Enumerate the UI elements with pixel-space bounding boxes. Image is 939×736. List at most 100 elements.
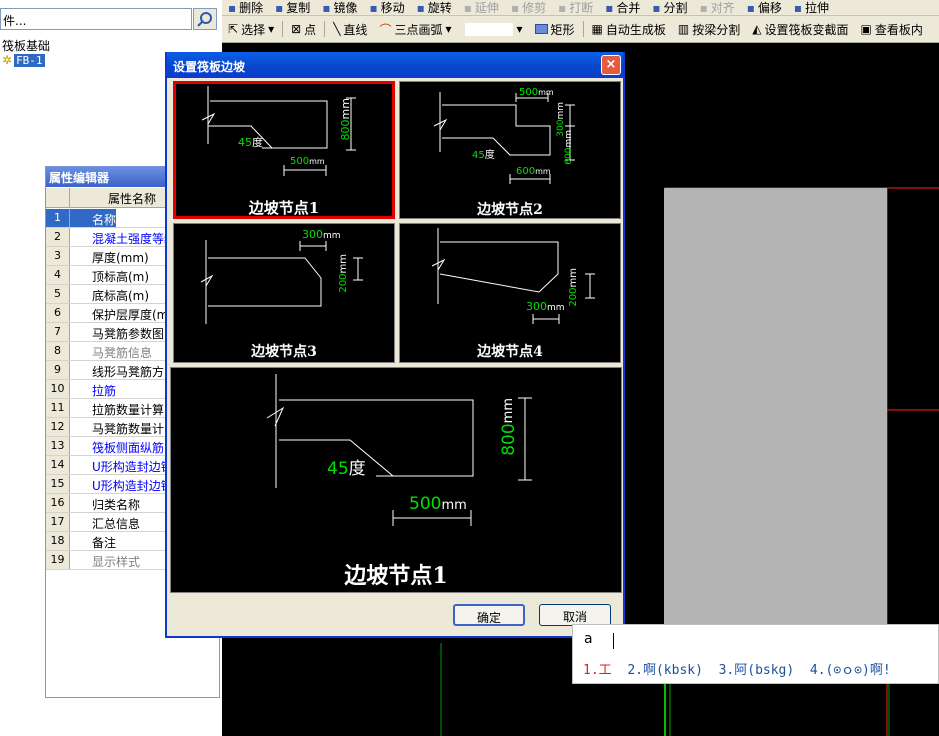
h2-unit: mm — [564, 130, 574, 148]
rect-tool[interactable]: 矩形 — [529, 16, 581, 42]
angle-number: 45 — [472, 150, 485, 161]
ok-button[interactable]: 确定 — [453, 604, 525, 626]
auto-generate-button[interactable]: ▦ 自动生成板 — [586, 16, 672, 42]
preview-height-number: 800 — [499, 423, 519, 456]
tree-root[interactable]: 筏板基础 — [2, 37, 50, 54]
node-2-label: 边坡节点2 — [477, 202, 543, 218]
edit-tool-7[interactable]: ▪ 打断 — [552, 0, 599, 16]
select-tool[interactable]: ⇱ 选择 ▾ — [222, 16, 280, 42]
tool-icon: ▪ — [746, 0, 755, 15]
view-inside-button[interactable]: ▣ 查看板内 — [855, 16, 929, 42]
tool-icon: ▪ — [275, 0, 284, 15]
width-number: 300 — [526, 300, 547, 313]
beam-split-button[interactable]: ▥ 按梁分割 — [672, 16, 746, 42]
height-number: 200 — [568, 287, 579, 307]
edit-tool-5[interactable]: ▪ 延伸 — [458, 0, 505, 16]
height-unit: mm — [339, 98, 352, 120]
blank-dropdown[interactable]: ▾ — [458, 16, 529, 42]
tree-item[interactable]: ✲ FB-1 — [2, 53, 45, 67]
row-number: 7 — [46, 323, 70, 341]
width-unit: mm — [547, 303, 565, 313]
close-button[interactable]: × — [601, 55, 621, 75]
edit-tool-4[interactable]: ▪ 旋转 — [411, 0, 458, 16]
raft-slab-shape[interactable] — [664, 188, 887, 624]
separator — [324, 21, 326, 37]
width-number: 500 — [290, 156, 310, 167]
height-number: 800 — [339, 119, 352, 141]
edit-tool-9[interactable]: ▪ 分割 — [646, 0, 693, 16]
row-name: 汇总信息 — [92, 517, 141, 531]
point-tool[interactable]: ⊠ 点 — [285, 16, 322, 42]
set-section-button[interactable]: ◭ 设置筏板变截面 — [746, 16, 854, 42]
arc-tool[interactable]: ⌒ 三点画弧 ▾ — [373, 16, 457, 42]
separator — [582, 21, 584, 37]
edit-tool-1[interactable]: ▪ 复制 — [269, 0, 316, 16]
dialog-title[interactable]: 设置筏板边坡 — [167, 52, 623, 78]
ime-candidate-2[interactable]: 2.啊(kbsk) — [627, 663, 703, 678]
ime-candidate-3[interactable]: 3.阿(bskg) — [719, 663, 795, 678]
edit-tool-6[interactable]: ▪ 修剪 — [505, 0, 552, 16]
row-number: 16 — [46, 494, 70, 512]
node-3-label: 边坡节点3 — [251, 344, 317, 360]
edit-tool-3[interactable]: ▪ 移动 — [363, 0, 410, 16]
row-name: 名称 — [70, 209, 117, 227]
row-number: 14 — [46, 456, 70, 474]
row-name: U形构造封边钢 — [92, 460, 173, 474]
edit-tool-10[interactable]: ▪ 对齐 — [694, 0, 741, 16]
preview-angle-unit: 度 — [348, 459, 366, 479]
row-name: 马凳筋参数图 — [92, 327, 165, 341]
split-icon: ▥ — [677, 22, 690, 36]
edit-tool-0[interactable]: ▪ 删除 — [222, 0, 269, 16]
edit-tool-11[interactable]: ▪ 偏移 — [741, 0, 788, 16]
ime-candidate-4[interactable]: 4.(⊙ｏ⊙)啊! — [810, 663, 891, 678]
h1-unit: mm — [556, 102, 566, 120]
tool-icon: ▪ — [322, 0, 331, 15]
pointer-icon: ⇱ — [228, 22, 239, 36]
row-number: 17 — [46, 513, 70, 531]
line-icon: ╲ — [333, 22, 341, 36]
node-2-option[interactable]: 500mm 300mm 600mm 45度 600mm 边坡节点2 — [399, 81, 621, 219]
edit-toolbar: ▪ 删除 ▪ 复制 ▪ 镜像 ▪ 移动 ▪ 旋转 ▪ 延伸 ▪ 修剪 ▪ 打断 ▪ 合并 ▪ 分割 ▪ 对齐 ▪ 偏移 ▪ 拉伸 — [222, 0, 939, 16]
row-name: U形构造封边钢 — [92, 479, 173, 493]
edit-tool-12[interactable]: ▪ 拉伸 — [788, 0, 835, 16]
draw-toolbar: ⇱ 选择 ▾ ⊠ 点 ╲ 直线 ⌒ 三点画弧 ▾ ▾ 矩形 ▦ 自动生成板 ▥ 按梁分割 ◭ 设置… — [222, 16, 939, 43]
cancel-button[interactable]: 取消 — [539, 604, 611, 626]
row-name: 线形马凳筋方 — [92, 365, 165, 379]
top-unit: mm — [538, 88, 554, 97]
row-number: 9 — [46, 361, 70, 379]
tool-icon: ▪ — [510, 0, 520, 15]
search-icon — [197, 12, 212, 27]
preview-pane: 45度 800mm 500mm 边坡节点1 — [170, 367, 622, 593]
grid-icon: ▦ — [591, 22, 603, 36]
row-number: 10 — [46, 380, 70, 398]
node-4-option[interactable]: 200mm 300mm 边坡节点4 — [399, 223, 621, 363]
row-number: 3 — [46, 247, 70, 265]
search-input[interactable]: 件... — [0, 8, 192, 30]
row-number: 11 — [46, 399, 70, 417]
node-3-option[interactable]: 300mm 200mm 边坡节点3 — [173, 223, 395, 363]
ime-input: a — [584, 631, 593, 647]
angle-unit: 度 — [252, 136, 263, 149]
col-name: 属性名称 — [108, 192, 157, 206]
edit-tool-8[interactable]: ▪ 合并 — [599, 0, 646, 16]
search-button[interactable] — [193, 8, 217, 30]
chevron-down-icon: ▾ — [445, 22, 452, 36]
edit-tool-2[interactable]: ▪ 镜像 — [316, 0, 363, 16]
height-number: 200 — [338, 273, 349, 293]
row-name: 拉筋数量计算 — [92, 403, 165, 417]
line-tool[interactable]: ╲ 直线 — [327, 16, 373, 42]
h2-number: 600 — [564, 147, 574, 165]
section-icon: ◭ — [752, 22, 762, 36]
row-name: 马凳筋信息 — [92, 346, 153, 360]
preview-angle-number: 45 — [327, 459, 349, 479]
row-name: 厚度(mm) — [92, 251, 149, 265]
node-1-option[interactable]: 45度 800mm 500mm 边坡节点1 — [173, 81, 395, 219]
ime-caret — [613, 633, 614, 649]
ime-candidate-1[interactable]: 1.工 — [583, 663, 612, 678]
chevron-down-icon: ▾ — [268, 22, 275, 36]
node-1-label: 边坡节点1 — [248, 199, 320, 217]
row-number: 8 — [46, 342, 70, 360]
row-name: 归类名称 — [92, 498, 141, 512]
row-name: 筏板侧面纵筋 — [92, 441, 165, 455]
angle-number: 45 — [238, 136, 252, 149]
